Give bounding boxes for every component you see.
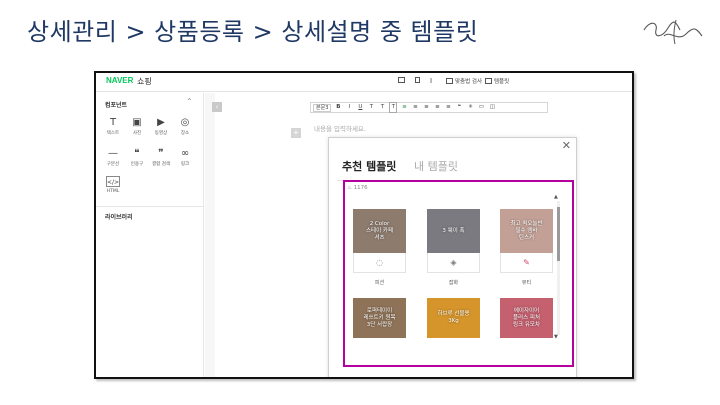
video-icon: ▶: [157, 117, 165, 128]
text-icon: T: [109, 117, 117, 128]
sidebar-divider: [96, 206, 203, 207]
component-section-label: 컴포넌트: [105, 102, 128, 109]
underline-button[interactable]: U: [356, 103, 364, 112]
text-background-button[interactable]: T: [378, 103, 386, 112]
plus-icon: +: [292, 128, 300, 137]
naver-logo: NAVER: [106, 76, 134, 85]
file-button[interactable]: ◫: [488, 103, 496, 112]
link-icon: ∞: [180, 148, 190, 159]
editor-toolbar: 본문3 B I U T T T ≡ ≡ ≡ ≡ ≡ ❝ ✳ ▭ ◫: [310, 102, 548, 113]
quote-icon: ❝: [134, 148, 140, 159]
align-justify-button[interactable]: ≡: [433, 103, 441, 112]
html-icon: </>: [106, 176, 120, 187]
text-style-select[interactable]: 본문3: [313, 103, 332, 112]
editor-placeholder[interactable]: 내용을 입력하세요.: [314, 123, 366, 133]
tool-location[interactable]: ◎ 장소: [173, 117, 197, 136]
brand-subtitle: 쇼핑: [137, 77, 152, 86]
text-color-button[interactable]: T: [367, 103, 375, 112]
add-component-button[interactable]: +: [291, 128, 301, 138]
tool-quote[interactable]: ❝ 인용구: [125, 148, 149, 167]
tab-my-templates[interactable]: 내 템플릿: [414, 158, 458, 174]
simple-search-icon: ❞: [158, 148, 164, 159]
tab-recommended-templates[interactable]: 추천 템플릿: [342, 158, 396, 174]
monitor-icon: [398, 77, 405, 83]
editor-topbar: NAVER 쇼핑 Ⅰ 맞춤법 검사 템플릿: [96, 73, 632, 92]
close-icon[interactable]: ✕: [562, 140, 571, 151]
collapse-sidebar-button[interactable]: ‹: [212, 102, 222, 112]
signature-logo: [643, 19, 703, 45]
sidebar-gutter: [205, 93, 215, 377]
line-spacing-button[interactable]: ≡: [444, 103, 452, 112]
editor-window: NAVER 쇼핑 Ⅰ 맞춤법 검사 템플릿 컴포넌트 ⌃ T 텍스트 ▣ 사진 …: [94, 71, 634, 379]
divider-icon: —: [108, 148, 118, 159]
special-char-button[interactable]: ✳: [466, 103, 474, 112]
text-format-icon: Ⅰ: [430, 77, 433, 85]
text-format-button[interactable]: Ⅰ: [430, 77, 432, 85]
align-left-button[interactable]: ≡: [400, 103, 408, 112]
quote-button[interactable]: ❝: [455, 103, 463, 112]
table-button[interactable]: ▭: [477, 103, 485, 112]
photo-icon: ▣: [132, 117, 142, 128]
chevron-left-icon: ‹: [215, 103, 219, 111]
slide-title: 상세관리 > 상품등록 > 상세설명 중 템플릿: [27, 18, 479, 46]
template-button[interactable]: 템플릿: [485, 77, 509, 85]
template-icon: [485, 78, 492, 84]
tool-divider[interactable]: — 구분선: [101, 148, 125, 167]
tool-html[interactable]: </> HTML: [101, 176, 125, 194]
mobile-view-button[interactable]: [415, 77, 420, 83]
chevron-up-icon[interactable]: ⌃: [186, 97, 193, 106]
tool-photo[interactable]: ▣ 사진: [125, 117, 149, 136]
tool-video[interactable]: ▶ 동영상: [149, 117, 173, 136]
highlight-box: [343, 180, 574, 367]
text-box-button[interactable]: T: [389, 102, 398, 113]
tool-link[interactable]: ∞ 링크: [173, 148, 197, 167]
location-icon: ◎: [180, 117, 190, 128]
monitor-view-button[interactable]: [398, 77, 405, 83]
spellcheck-button[interactable]: 맞춤법 검사: [446, 77, 482, 85]
bold-button[interactable]: B: [334, 103, 342, 112]
library-section-label[interactable]: 라이브러리: [105, 212, 133, 221]
italic-button[interactable]: I: [345, 103, 353, 112]
align-center-button[interactable]: ≡: [411, 103, 419, 112]
tool-text[interactable]: T 텍스트: [101, 117, 125, 136]
component-sidebar: 컴포넌트 ⌃ T 텍스트 ▣ 사진 ▶ 동영상 ◎ 장소 — 구분선 ❝ 인용구…: [96, 93, 204, 377]
spellcheck-icon: [446, 78, 453, 84]
align-right-button[interactable]: ≡: [422, 103, 430, 112]
mobile-icon: [415, 77, 420, 83]
tool-simple-search[interactable]: ❞ 결합 검색: [149, 148, 173, 167]
